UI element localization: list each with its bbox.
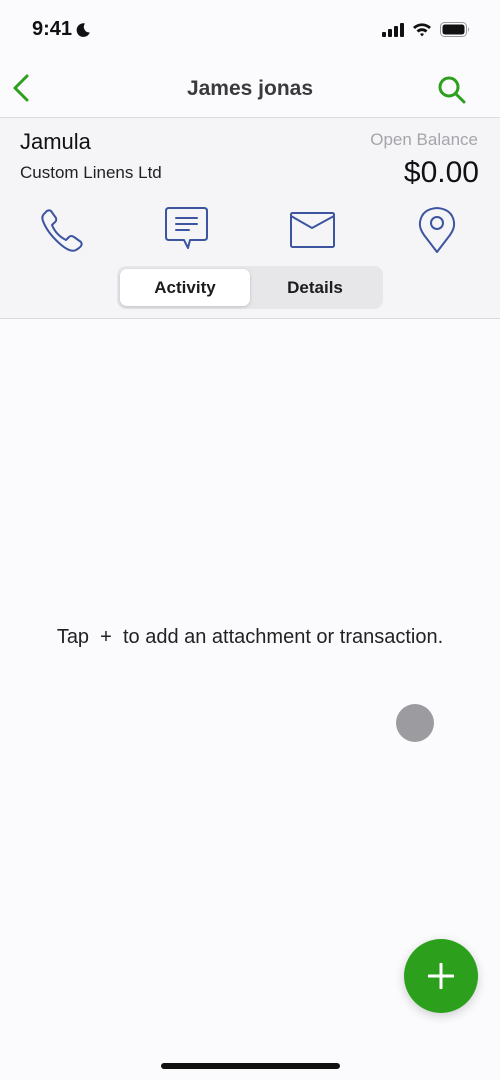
phone-icon <box>41 209 83 252</box>
mail-icon <box>290 212 335 248</box>
page-title: James jonas <box>186 77 314 100</box>
status-time-text: 9:41 <box>32 18 73 40</box>
status-bar: 9:41 <box>0 0 500 60</box>
email-button[interactable] <box>286 204 338 256</box>
status-icons <box>382 22 470 37</box>
plus-icon <box>428 963 454 989</box>
contact-actions <box>0 204 500 256</box>
call-button[interactable] <box>36 204 88 256</box>
add-button[interactable] <box>404 939 478 1013</box>
moon-icon <box>76 22 90 37</box>
home-indicator[interactable] <box>161 1063 340 1069</box>
empty-state-message: Tap + to add an attachment or transactio… <box>56 626 444 648</box>
customer-name: Jamula <box>20 129 91 154</box>
tab-details[interactable]: Details <box>250 269 380 306</box>
cellular-signal-icon <box>382 22 404 37</box>
map-button[interactable] <box>411 204 463 256</box>
customer-header: Jamula Custom Linens Ltd Open Balance $0… <box>0 118 500 319</box>
status-time: 9:41 <box>32 18 91 41</box>
open-balance-label: Open Balance <box>370 130 478 149</box>
search-icon <box>438 76 466 104</box>
touch-indicator <box>396 704 434 742</box>
company-name: Custom Linens Ltd <box>20 163 162 182</box>
message-button[interactable] <box>161 204 213 256</box>
activity-details-tabs: Activity Details <box>117 266 383 309</box>
message-icon <box>165 207 208 249</box>
wifi-icon <box>413 23 431 37</box>
tab-activity[interactable]: Activity <box>120 269 250 306</box>
navigation-bar: James jonas <box>0 60 500 118</box>
search-button[interactable] <box>436 74 468 106</box>
location-pin-icon <box>418 207 456 253</box>
battery-icon <box>440 22 469 37</box>
open-balance-value: $0.00 <box>403 156 479 189</box>
